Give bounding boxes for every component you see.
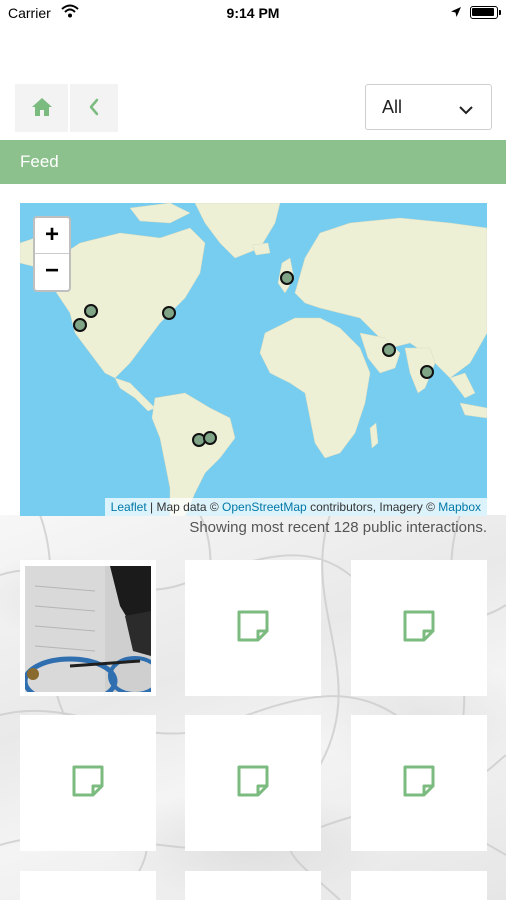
note-icon [235,763,271,804]
map-marker[interactable] [382,343,396,357]
chevron-left-icon [88,98,100,119]
interaction-map[interactable]: + − Leaflet | Map data © OpenStreetMap c… [20,203,487,516]
status-bar: Carrier 9:14 PM [0,0,506,28]
filter-dropdown[interactable]: All [365,84,492,130]
filter-value: All [382,97,403,117]
chevron-down-icon [459,99,473,120]
battery-icon [470,6,501,19]
note-icon [401,608,437,649]
note-tile[interactable] [185,715,321,851]
note-tile[interactable] [20,715,156,851]
zoom-out-button[interactable]: − [35,254,69,290]
mapbox-link[interactable]: Mapbox [438,500,481,514]
attribution-text: contributors, Imagery © [306,500,439,514]
map-marker[interactable] [420,365,434,379]
map-attribution: Leaflet | Map data © OpenStreetMap contr… [104,498,487,516]
note-tile[interactable] [351,560,487,696]
zoom-control: + − [33,216,71,292]
world-map-tiles [20,203,487,516]
map-marker[interactable] [84,304,98,318]
note-icon [70,763,106,804]
note-tile[interactable] [185,871,321,900]
map-marker[interactable] [162,306,176,320]
attribution-text: | Map data © [146,500,223,514]
note-tile[interactable] [351,871,487,900]
leaflet-link[interactable]: Leaflet [111,500,147,514]
feed-header: Feed [0,140,506,184]
zoom-in-button[interactable]: + [35,218,69,254]
feed-title: Feed [20,152,59,171]
note-tile[interactable] [20,871,156,900]
home-icon [31,97,53,120]
map-marker[interactable] [203,431,217,445]
osm-link[interactable]: OpenStreetMap [222,500,307,514]
photo-thumbnail [25,566,151,692]
map-marker[interactable] [73,318,87,332]
note-tile[interactable] [185,560,321,696]
back-button[interactable] [70,84,118,132]
note-tile[interactable] [351,715,487,851]
note-icon [235,608,271,649]
photo-tile[interactable] [20,560,156,696]
home-button[interactable] [15,84,68,132]
location-arrow-icon [450,5,462,21]
map-marker[interactable] [280,271,294,285]
clock: 9:14 PM [226,5,280,21]
interaction-count-text: Showing most recent 128 public interacti… [189,519,487,536]
note-icon [401,763,437,804]
